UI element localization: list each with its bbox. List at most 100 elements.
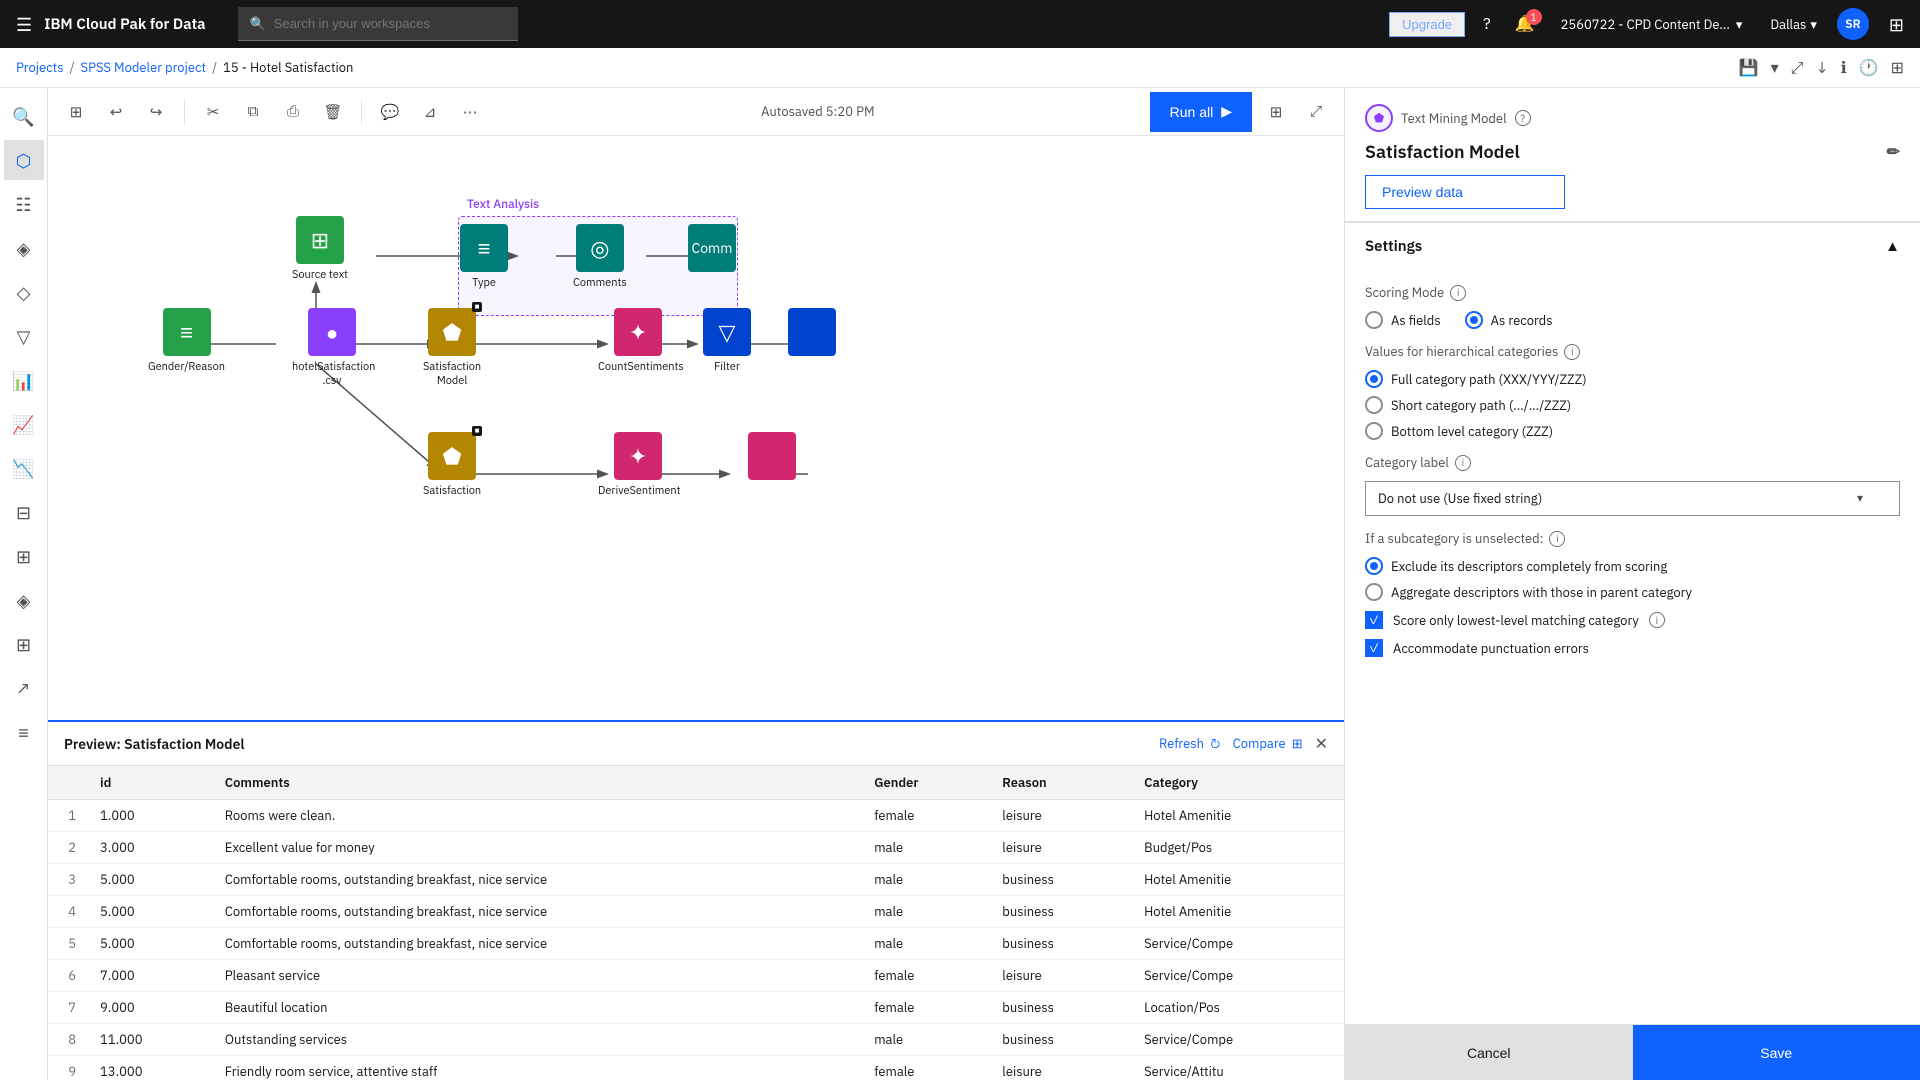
hierarchical-info[interactable]: i <box>1564 344 1580 360</box>
breadcrumb-action-save[interactable]: 💾 <box>1739 58 1759 78</box>
sidebar-icon-nodes[interactable]: ◈ <box>4 228 44 268</box>
cancel-button[interactable]: Cancel <box>1345 1025 1633 1080</box>
col-id[interactable]: id <box>88 766 213 800</box>
comments-node[interactable]: ◎ Comments <box>573 224 627 290</box>
col-gender[interactable]: Gender <box>862 766 990 800</box>
col-comments[interactable]: Comments <box>213 766 862 800</box>
sidebar-icon-connections[interactable]: ◇ <box>4 272 44 312</box>
workspace-selector[interactable]: 2560722 - CPD Content De... ▾ <box>1561 16 1743 33</box>
toolbar-expand[interactable]: ⤢ <box>1300 96 1332 128</box>
preview-table-container[interactable]: id Comments Gender Reason Category 1 1.0… <box>48 766 1344 1080</box>
search-input[interactable] <box>274 16 506 31</box>
model-help-icon[interactable]: ? <box>1515 110 1531 126</box>
save-button[interactable]: Save <box>1633 1025 1920 1080</box>
toolbar-table-view[interactable]: ⊞ <box>1260 96 1292 128</box>
breadcrumb-action-more[interactable]: ⊞ <box>1891 58 1904 78</box>
toolbar-more[interactable]: ⋯ <box>454 96 486 128</box>
cell-category: Hotel Amenitie <box>1132 800 1344 832</box>
full-path-option[interactable]: Full category path (XXX/YYY/ZZZ) <box>1365 370 1900 388</box>
sidebar-icon-output[interactable]: ⊞ <box>4 536 44 576</box>
filter-right-node[interactable] <box>788 308 836 356</box>
score-lowest-info[interactable]: i <box>1649 612 1665 628</box>
gender-reason-node[interactable]: ≡ Gender/Reason <box>148 308 225 374</box>
source-text-node[interactable]: ⊞ Source text <box>292 216 348 282</box>
breadcrumb-action-share[interactable]: ⤢ <box>1791 58 1804 78</box>
count-sentiments-node[interactable]: ✦ CountSentiments <box>598 308 678 374</box>
settings-header[interactable]: Settings ▲ <box>1345 223 1920 270</box>
sidebar-icon-list[interactable]: ≡ <box>4 712 44 752</box>
col-category[interactable]: Category <box>1132 766 1344 800</box>
short-path-radio[interactable] <box>1365 396 1383 414</box>
run-all-button[interactable]: Run all ▶ <box>1150 92 1252 132</box>
accommodate-punctuation-checkbox[interactable]: ✓ Accommodate punctuation errors <box>1365 639 1900 657</box>
full-path-radio[interactable] <box>1365 370 1383 388</box>
subcategory-info[interactable]: i <box>1549 531 1565 547</box>
sidebar-icon-filter[interactable]: ▽ <box>4 316 44 356</box>
notification-icon[interactable]: 🔔 1 <box>1515 14 1535 34</box>
preview-title: Preview: Satisfaction Model <box>64 735 1147 753</box>
satisfaction-model-node[interactable]: ⬟ ■ SatisfactionModel <box>423 308 481 389</box>
scoring-mode-info[interactable]: i <box>1450 285 1466 301</box>
breadcrumb-action-download[interactable]: ↓ <box>1815 58 1828 78</box>
bottom-level-radio[interactable] <box>1365 422 1383 440</box>
search-bar[interactable]: 🔍 <box>238 7 518 41</box>
hamburger-menu[interactable]: ☰ <box>16 13 32 36</box>
aggregate-radio[interactable] <box>1365 583 1383 601</box>
toolbar-bookmark[interactable]: ⊿ <box>414 96 446 128</box>
preview-compare-button[interactable]: Compare ⊞ <box>1233 735 1303 752</box>
toolbar-new[interactable]: ⊞ <box>60 96 92 128</box>
bottom-level-option[interactable]: Bottom level category (ZZZ) <box>1365 422 1900 440</box>
toolbar-undo[interactable]: ↩ <box>100 96 132 128</box>
derive-right-node[interactable] <box>748 432 796 480</box>
sidebar-icon-table[interactable]: ⊞ <box>4 624 44 664</box>
comm2-node[interactable]: Comm <box>688 224 736 272</box>
breadcrumb-action-chevron[interactable]: ▾ <box>1771 58 1779 78</box>
scoring-as-records[interactable]: As records <box>1465 311 1553 329</box>
preview-data-button[interactable]: Preview data <box>1365 175 1565 209</box>
preview-close-button[interactable]: ✕ <box>1315 734 1328 754</box>
sidebar-icon-export[interactable]: ↗ <box>4 668 44 708</box>
sidebar-icon-palette[interactable]: ⬡ <box>4 140 44 180</box>
sidebar-icon-data[interactable]: ⊟ <box>4 492 44 532</box>
category-label-info[interactable]: i <box>1455 455 1471 471</box>
toolbar-cut[interactable]: ✂ <box>197 96 229 128</box>
sidebar-icon-search[interactable]: 🔍 <box>4 96 44 136</box>
derive-sentiment-node[interactable]: ✦ DeriveSentiment <box>598 432 678 498</box>
filter-node[interactable]: ▽ Filter <box>703 308 751 374</box>
sidebar-icon-bar[interactable]: 📈 <box>4 404 44 444</box>
scoring-as-fields[interactable]: As fields <box>1365 311 1441 329</box>
sidebar-icon-line[interactable]: 📉 <box>4 448 44 488</box>
apps-icon[interactable]: ⊞ <box>1889 13 1904 36</box>
score-lowest-checkbox[interactable]: ✓ Score only lowest-level matching categ… <box>1365 611 1900 629</box>
location-selector[interactable]: Dallas ▾ <box>1770 16 1816 33</box>
breadcrumb-action-history[interactable]: 🕐 <box>1859 58 1879 78</box>
sidebar-icon-model[interactable]: ◈ <box>4 580 44 620</box>
hotel-csv-node[interactable]: ● hotelSatisfaction.csv <box>292 308 372 389</box>
satisfaction2-node[interactable]: ⬟ ■ Satisfaction <box>423 432 481 498</box>
as-records-radio[interactable] <box>1465 311 1483 329</box>
toolbar-comment[interactable]: 💬 <box>374 96 406 128</box>
sidebar-icon-chart[interactable]: 📊 <box>4 360 44 400</box>
preview-refresh-button[interactable]: Refresh ↻ <box>1159 735 1221 752</box>
toolbar-paste[interactable]: ⎙ <box>277 96 309 128</box>
aggregate-descriptors-option[interactable]: Aggregate descriptors with those in pare… <box>1365 583 1900 601</box>
breadcrumb-projects[interactable]: Projects <box>16 59 64 76</box>
as-fields-radio[interactable] <box>1365 311 1383 329</box>
sidebar-icon-layers[interactable]: ☷ <box>4 184 44 224</box>
breadcrumb-modeler[interactable]: SPSS Modeler project <box>81 59 207 76</box>
type-node[interactable]: ≡ Type <box>460 224 508 290</box>
col-reason[interactable]: Reason <box>990 766 1132 800</box>
category-label-dropdown[interactable]: Do not use (Use fixed string) ▾ <box>1365 481 1900 516</box>
help-icon[interactable]: ? <box>1483 14 1491 34</box>
edit-icon[interactable]: ✏ <box>1887 142 1900 162</box>
toolbar-delete[interactable]: 🗑 <box>317 96 349 128</box>
upgrade-button[interactable]: Upgrade <box>1389 12 1465 37</box>
short-path-option[interactable]: Short category path (.../…/ZZZ) <box>1365 396 1900 414</box>
preview-table: id Comments Gender Reason Category 1 1.0… <box>48 766 1344 1080</box>
exclude-radio[interactable] <box>1365 557 1383 575</box>
breadcrumb-action-info[interactable]: ℹ <box>1841 58 1847 78</box>
avatar[interactable]: SR <box>1837 8 1869 40</box>
exclude-descriptors-option[interactable]: Exclude its descriptors completely from … <box>1365 557 1900 575</box>
toolbar-copy[interactable]: ⧉ <box>237 96 269 128</box>
toolbar-redo[interactable]: ↪ <box>140 96 172 128</box>
